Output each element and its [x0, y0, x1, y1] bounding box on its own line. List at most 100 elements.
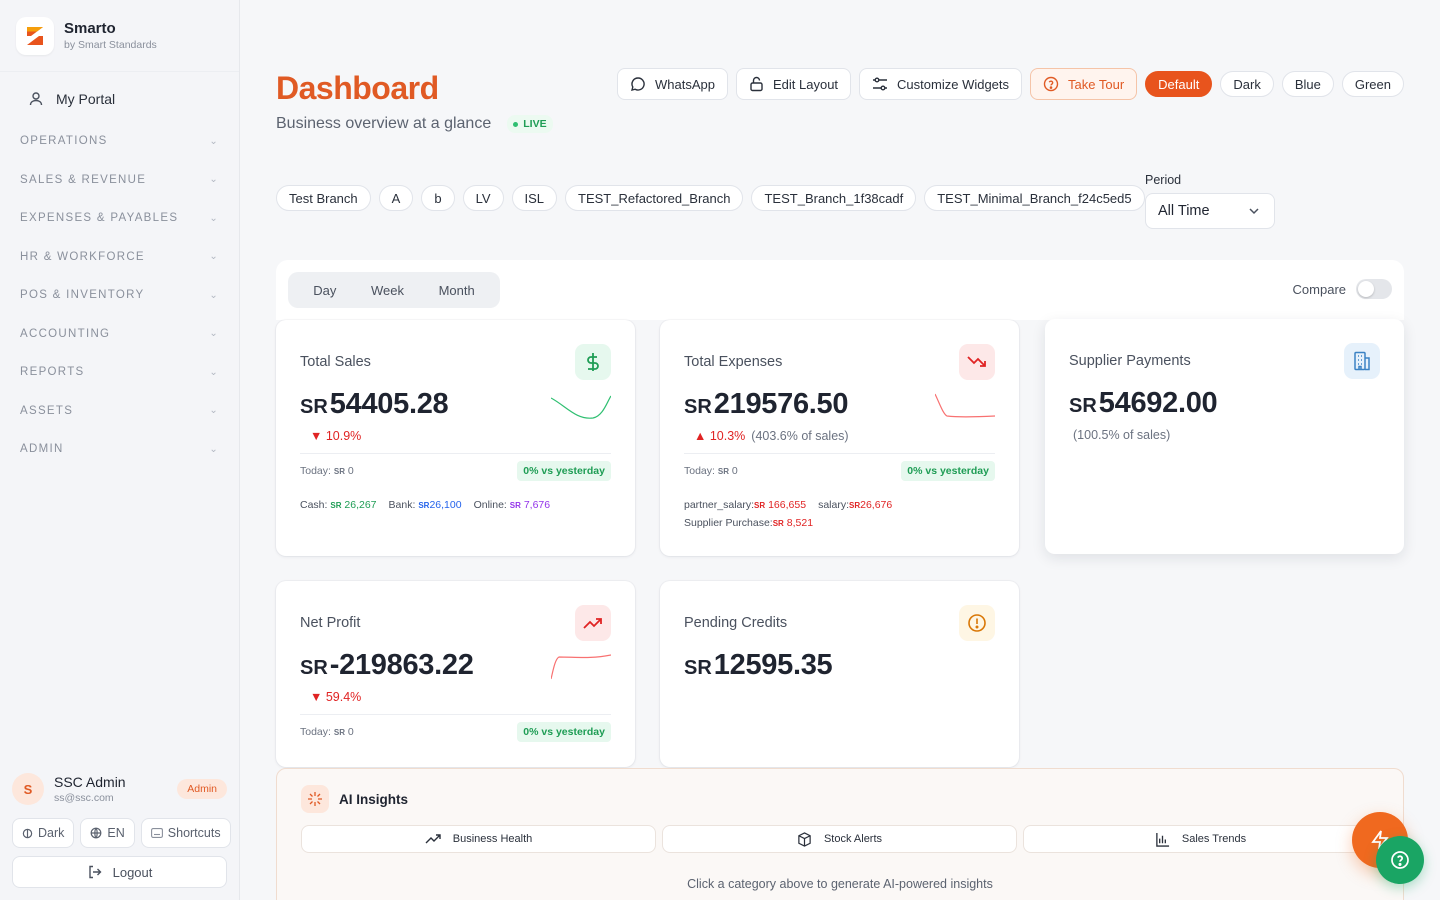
theme-default-button[interactable]: Default [1145, 71, 1213, 97]
whatsapp-button[interactable]: WhatsApp [617, 68, 728, 100]
branch-chip[interactable]: Test Branch [276, 185, 371, 211]
logout-button[interactable]: Logout [12, 856, 227, 888]
ai-tab-label: Stock Alerts [823, 833, 883, 845]
page-title: Dashboard [276, 70, 439, 106]
total-expenses-card: Total Expenses SR 219576.50 ▲ 10.3% (403.… [660, 320, 1019, 556]
today-amount: 0 [347, 726, 354, 738]
role-badge: Admin [177, 779, 227, 799]
sidebar-group-expenses-payables[interactable]: EXPENSES & PAYABLES ⌄ [0, 199, 239, 238]
breakdown-label: Cash: [300, 499, 328, 511]
card-title: Supplier Payments [1069, 353, 1191, 369]
currency-label: SR [418, 501, 430, 510]
range-tab-month[interactable]: Month [439, 283, 475, 298]
compare-label: Compare [1292, 281, 1346, 297]
sidebar-group-label: POS & INVENTORY [20, 289, 145, 302]
sidebar-group-assets[interactable]: ASSETS ⌄ [0, 392, 239, 431]
brand-subtitle: by Smart Standards [64, 39, 157, 51]
page-subtitle-row: Business overview at a glance LIVE [276, 115, 553, 133]
sliders-icon [873, 77, 888, 91]
compare-control: Compare [1293, 279, 1392, 299]
help-circle-icon [1391, 851, 1409, 869]
breakdown-label: Online: [473, 499, 507, 511]
ai-insights-hint: Click a category above to generate AI-po… [687, 877, 993, 891]
branch-chip[interactable]: LV [462, 185, 504, 211]
edit-layout-button[interactable]: Edit Layout [736, 68, 852, 100]
theme-blue-button[interactable]: Blue [1281, 71, 1334, 97]
currency-label: SR [333, 467, 345, 476]
live-label: LIVE [523, 118, 547, 130]
card-title: Total Sales [300, 354, 371, 370]
sparkline [551, 654, 611, 680]
trending-up-icon [425, 834, 441, 844]
branch-chip[interactable]: ISL [511, 185, 558, 211]
brand-logo-icon [16, 16, 54, 55]
card-title: Total Expenses [684, 354, 783, 370]
branch-chip[interactable]: b [421, 185, 455, 211]
compare-toggle[interactable] [1356, 279, 1392, 299]
period-select[interactable]: All Time [1145, 193, 1275, 229]
card-amount: SR 54692.00 [1069, 387, 1218, 420]
sidebar-group-label: SALES & REVENUE [20, 173, 147, 186]
brand[interactable]: Smarto by Smart Standards [0, 0, 239, 72]
ai-tab-stock-alerts[interactable]: Stock Alerts [662, 825, 1017, 853]
card-title: Pending Credits [684, 615, 788, 631]
breakdown-label: Supplier Purchase: [684, 517, 773, 529]
breakdown-cash: Cash: SR 26,267 [300, 499, 377, 511]
theme-dark-button[interactable]: Dark [1220, 71, 1274, 97]
trending-up-icon [575, 605, 611, 641]
change-indicator: ▼ 59.4% [310, 690, 361, 704]
currency-label: SR [717, 467, 729, 476]
theme-toggle-button[interactable]: Dark [12, 818, 75, 848]
sidebar-group-operations[interactable]: OPERATIONS ⌄ [0, 122, 239, 161]
sidebar-group-label: ADMIN [20, 443, 64, 456]
customize-widgets-button[interactable]: Customize Widgets [859, 68, 1023, 100]
range-tab-day[interactable]: Day [313, 283, 336, 298]
sparkline [935, 393, 995, 418]
branch-chip[interactable]: TEST_Branch_1f38cadf [751, 185, 917, 211]
ai-tab-sales-trends[interactable]: Sales Trends [1023, 825, 1378, 853]
sidebar-group-reports[interactable]: REPORTS ⌄ [0, 353, 239, 392]
breakdown-label: salary: [818, 499, 849, 511]
sidebar-item-my-portal[interactable]: My Portal [8, 82, 231, 116]
ai-tab-label: Sales Trends [1181, 833, 1247, 845]
today-value: Today: SR 0 [684, 465, 738, 477]
branch-chip[interactable]: TEST_Refactored_Branch [565, 185, 744, 211]
take-tour-button[interactable]: Take Tour [1030, 68, 1138, 100]
theme-green-button[interactable]: Green [1341, 71, 1404, 97]
whatsapp-label: WhatsApp [655, 76, 715, 92]
brand-name: Smarto [64, 20, 116, 37]
ai-tab-business-health[interactable]: Business Health [301, 825, 656, 853]
today-value: Today: SR 0 [300, 465, 354, 477]
range-tab-week[interactable]: Week [371, 283, 404, 298]
sidebar-group-sales-revenue[interactable]: SALES & REVENUE ⌄ [0, 161, 239, 200]
branch-chip[interactable]: A [378, 185, 414, 211]
chevron-down-icon: ⌄ [209, 135, 219, 147]
breakdown-value: 166,655 [768, 499, 807, 511]
page-subtitle: Business overview at a glance [276, 115, 492, 132]
sidebar-item-label: My Portal [56, 91, 116, 107]
avatar[interactable]: S [12, 773, 44, 805]
branch-chip[interactable]: TEST_Minimal_Branch_f24c5ed5 [924, 185, 1145, 211]
shortcuts-button[interactable]: Shortcuts [140, 818, 231, 848]
sidebar-group-admin[interactable]: ADMIN ⌄ [0, 430, 239, 469]
theme-toggle-label: Dark [38, 826, 65, 840]
currency-label: SR [849, 501, 861, 510]
sidebar-group-hr-workforce[interactable]: HR & WORKFORCE ⌄ [0, 238, 239, 277]
payment-breakdown: Cash: SR 26,267 Bank: SR26,100 Online: S… [300, 499, 620, 511]
language-button[interactable]: EN [80, 818, 135, 848]
sidebar-group-pos-inventory[interactable]: POS & INVENTORY ⌄ [0, 276, 239, 315]
currency-label: SR [333, 728, 345, 737]
alert-circle-icon [959, 605, 995, 641]
card-amount: SR 219576.50 [684, 388, 848, 421]
sidebar-group-accounting[interactable]: ACCOUNTING ⌄ [0, 315, 239, 354]
help-circle-icon [1043, 76, 1059, 92]
breakdown-partner-salary: partner_salary:SR 166,655 [684, 499, 806, 511]
header-toolbar: WhatsApp Edit Layout Customize Widgets T… [617, 68, 1404, 100]
help-button[interactable] [1376, 836, 1424, 884]
change-percent: ▲ 10.3% [694, 429, 746, 443]
breakdown-online: Online: SR 7,676 [474, 499, 551, 511]
amount-value: 12595.35 [713, 649, 833, 681]
card-title: Net Profit [300, 615, 361, 631]
user-icon [29, 92, 43, 106]
trending-down-icon [959, 344, 995, 380]
